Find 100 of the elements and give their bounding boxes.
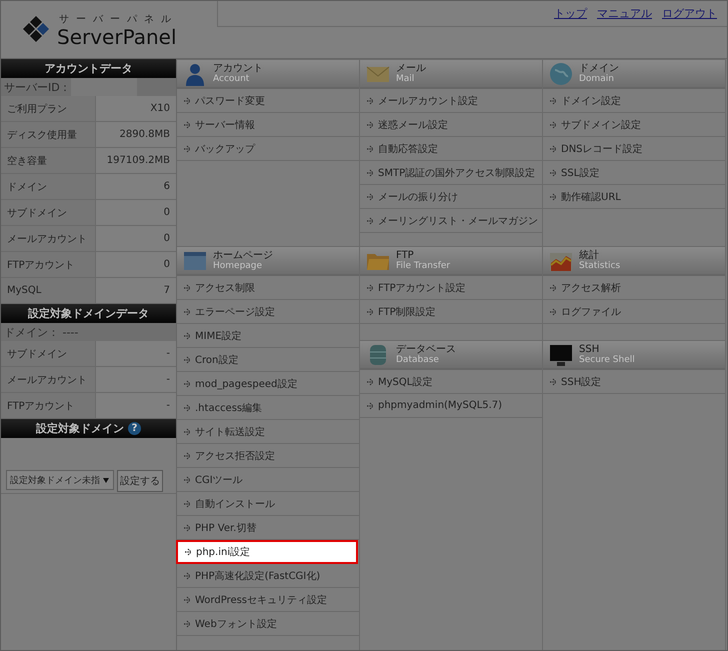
arrow-icon <box>184 428 191 436</box>
arrow-icon <box>550 168 557 176</box>
section-subtitle: Mail <box>396 74 416 84</box>
arrow-icon <box>184 356 191 364</box>
section-title: SSH <box>579 344 600 354</box>
menu-link[interactable]: アクセス拒否設定 <box>177 444 359 468</box>
row-label: FTPアカウント <box>1 252 96 277</box>
menu-link[interactable]: ドメイン設定 <box>543 89 725 113</box>
header-link[interactable]: トップ <box>554 6 587 21</box>
section-subtitle: Domain <box>579 74 615 84</box>
row-label: サブドメイン <box>1 341 96 366</box>
menu-link[interactable]: mod_pagespeed設定 <box>177 372 359 396</box>
arrow-icon <box>550 96 557 104</box>
section-subtitle: Statistics <box>579 260 620 272</box>
menu-link[interactable]: WordPressセキュリティ設定 <box>177 588 359 612</box>
domain-select[interactable]: 設定対象ドメイン未指 <box>6 470 114 490</box>
section-title: アカウント <box>213 62 263 74</box>
arrow-icon <box>184 308 191 316</box>
menu-link[interactable]: DNSレコード設定 <box>543 137 725 161</box>
menu-link[interactable]: FTPアカウント設定 <box>360 276 542 300</box>
section-title: ドメイン <box>579 62 619 74</box>
arrow-icon <box>184 452 191 460</box>
arrow-icon <box>367 308 374 316</box>
menu-link[interactable]: CGIツール <box>177 468 359 492</box>
arrow-icon <box>550 192 557 200</box>
logo-text: ServerPanel <box>57 26 178 48</box>
menu-link[interactable]: バックアップ <box>177 137 359 161</box>
arrow-icon <box>184 120 191 128</box>
menu-link[interactable]: MIME設定 <box>177 324 359 348</box>
header-link[interactable]: ログアウト <box>662 6 717 21</box>
menu-link[interactable]: SSL設定 <box>543 161 725 185</box>
monitor-icon <box>549 342 573 366</box>
menu-link[interactable]: SMTP認証の国外アクセス制限設定 <box>360 161 542 185</box>
arrow-icon <box>184 524 191 532</box>
menu-link[interactable]: 迷惑メール設定 <box>360 113 542 137</box>
globe-icon <box>549 62 573 86</box>
arrow-icon <box>184 284 191 292</box>
menu-link[interactable]: エラーページ設定 <box>177 300 359 324</box>
menu-link[interactable]: メールアカウント設定 <box>360 89 542 113</box>
arrow-icon <box>184 572 191 580</box>
row-label: ドメイン <box>1 174 96 199</box>
arrow-icon <box>550 144 557 152</box>
arrow-icon <box>184 380 191 388</box>
menu-link[interactable]: パスワード変更 <box>177 89 359 113</box>
menu-link[interactable]: 自動応答設定 <box>360 137 542 161</box>
row-label: メールアカウント <box>1 367 96 392</box>
section-title-bar: 設定対象ドメインデータ <box>1 304 176 323</box>
menu-link[interactable]: Cron設定 <box>177 348 359 372</box>
menu-link[interactable]: FTP制限設定 <box>360 300 542 324</box>
server-id-label: サーバーID： <box>4 80 71 94</box>
arrow-icon <box>550 308 557 316</box>
menu-link[interactable]: 動作確認URL <box>543 185 725 209</box>
row-label: サブドメイン <box>1 200 96 225</box>
menu-link[interactable]: 自動インストール <box>177 492 359 516</box>
menu-link[interactable]: .htaccess編集 <box>177 396 359 420</box>
menu-link[interactable]: メーリングリスト・メールマガジン <box>360 209 542 233</box>
domain-label: ドメイン： ---- <box>4 324 78 340</box>
arrow-icon <box>184 500 191 508</box>
menu-link[interactable]: サブドメイン設定 <box>543 113 725 137</box>
menu-link[interactable]: アクセス制限 <box>177 276 359 300</box>
set-button[interactable]: 設定する <box>117 470 163 492</box>
menu-link[interactable]: phpmyadmin(MySQL5.7) <box>360 394 542 418</box>
arrow-icon <box>367 144 374 152</box>
arrow-icon <box>550 378 557 386</box>
menu-link[interactable]: php.ini設定 <box>176 540 358 564</box>
section-subtitle: Homepage <box>213 260 264 272</box>
arrow-icon <box>184 144 191 152</box>
section-subtitle: Secure Shell <box>579 354 635 366</box>
menu-link[interactable]: ログファイル <box>543 300 725 324</box>
section-subtitle: File Transfer <box>396 260 450 272</box>
row-label: 空き容量 <box>1 148 96 173</box>
menu-link[interactable]: サイト転送設定 <box>177 420 359 444</box>
menu-link[interactable]: サーバー情報 <box>177 113 359 137</box>
menu-link[interactable]: MySQL設定 <box>360 370 542 394</box>
logo-kana: サーバーパネル <box>59 12 178 26</box>
help-icon[interactable]: ? <box>128 422 141 435</box>
section-title-bar: アカウントデータ <box>1 59 176 78</box>
row-label: FTPアカウント <box>1 393 96 418</box>
row-label: MySQL <box>1 278 96 303</box>
header-link[interactable]: マニュアル <box>597 6 652 21</box>
arrow-icon <box>184 96 191 104</box>
arrow-icon <box>185 548 192 556</box>
section-subtitle: Database <box>396 354 440 366</box>
section-subtitle: Account <box>213 74 250 84</box>
menu-link[interactable]: SSH設定 <box>543 370 725 394</box>
menu-link[interactable]: PHP高速化設定(FastCGI化) <box>177 564 359 588</box>
row-label: メールアカウント <box>1 226 96 251</box>
person-icon <box>183 62 207 86</box>
menu-link[interactable]: メールの振り分け <box>360 185 542 209</box>
menu-link[interactable]: アクセス解析 <box>543 276 725 300</box>
row-label: ご利用プラン <box>1 96 96 121</box>
menu-link[interactable]: Webフォント設定 <box>177 612 359 636</box>
arrow-icon <box>367 378 374 386</box>
section-title: メール <box>396 62 426 74</box>
arrow-icon <box>367 216 374 224</box>
arrow-icon <box>367 402 374 410</box>
section-title: データベース <box>396 344 456 354</box>
section-title: 統計 <box>579 250 600 260</box>
caret-icon <box>103 478 109 482</box>
arrow-icon <box>184 404 191 412</box>
